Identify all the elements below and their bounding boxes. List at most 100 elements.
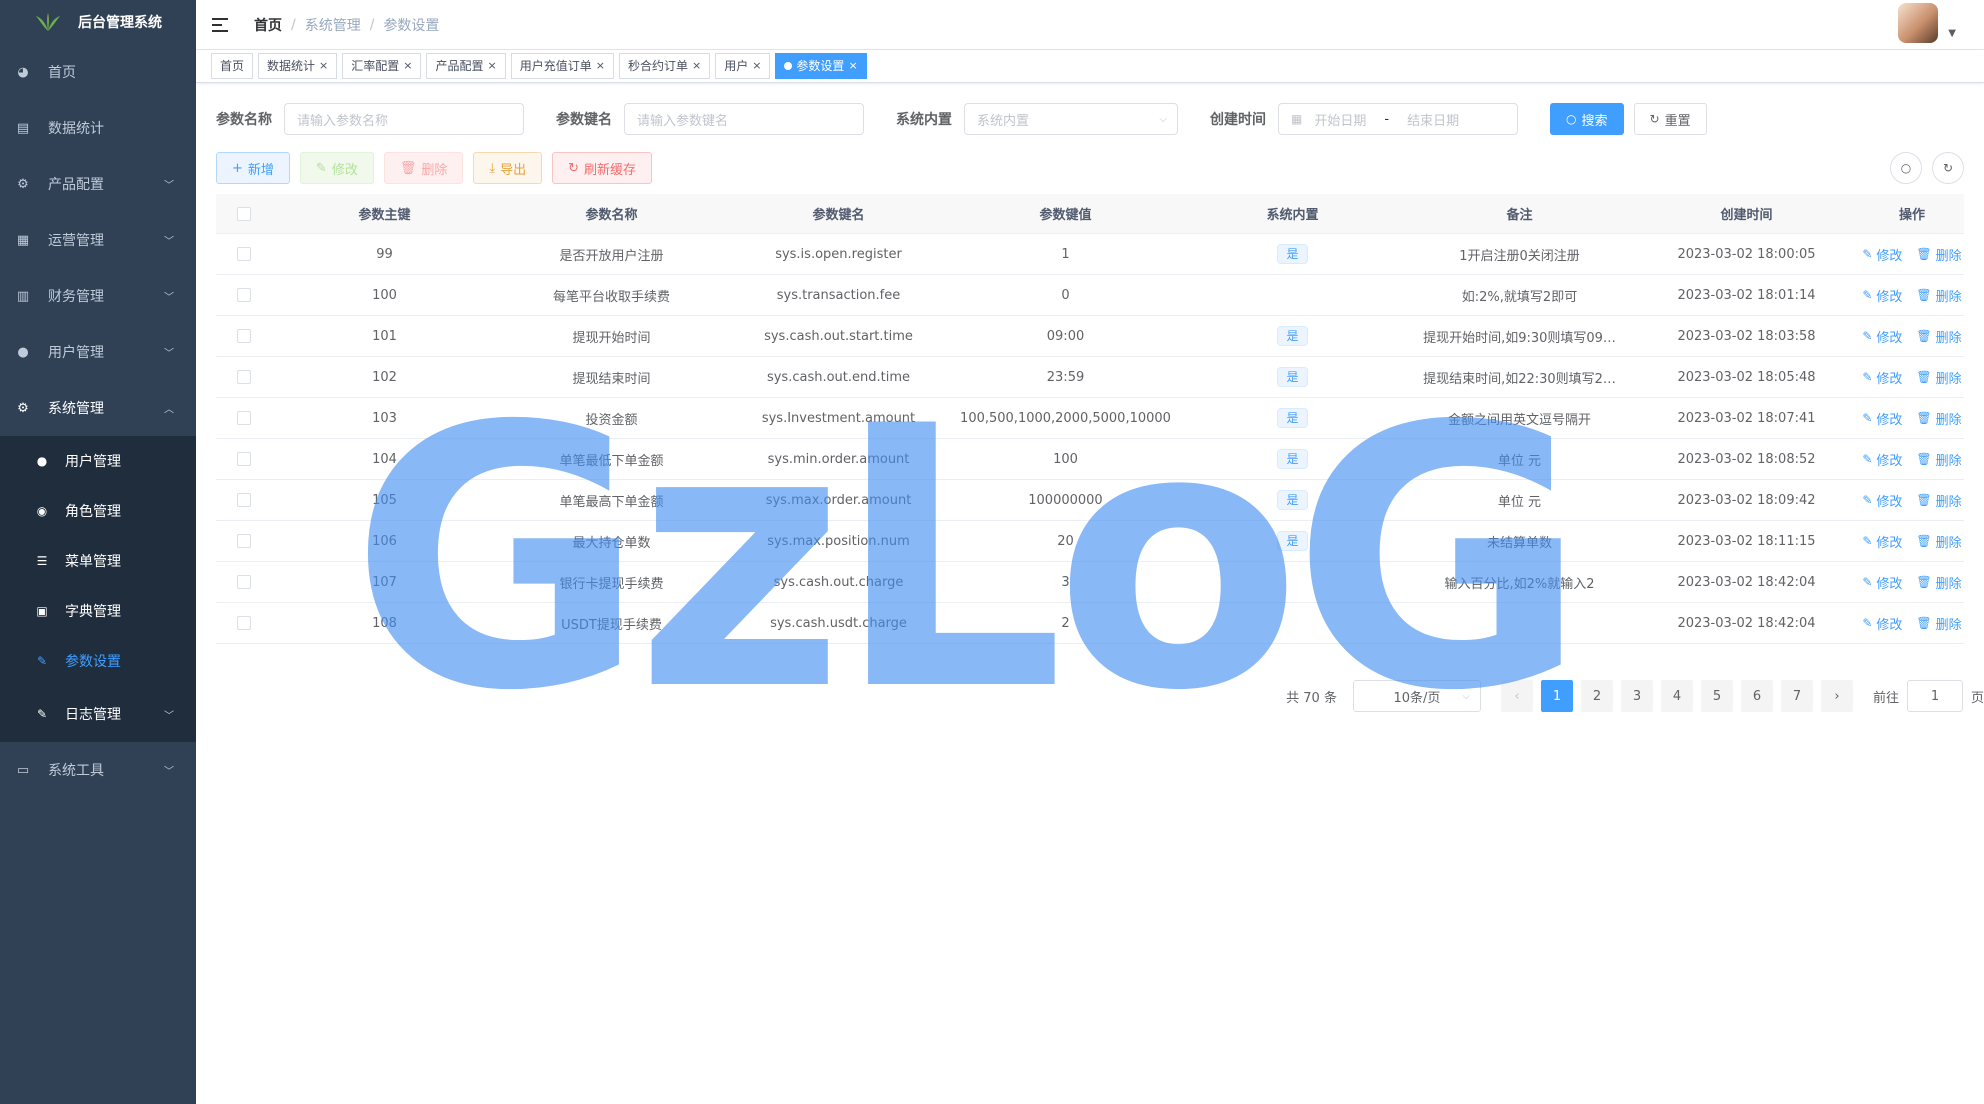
row-edit-button[interactable]: ✎ 修改 [1862,450,1902,469]
page-number-button[interactable]: 7 [1780,680,1813,712]
row-delete-button[interactable]: 🗑 删除 [1916,614,1961,633]
tag-item[interactable]: 参数设置 × [775,53,867,79]
export-button[interactable]: ⤓ 导出 [473,152,543,184]
table-row[interactable]: 103 投资金额 sys.Investment.amount 100,500,1000… [216,398,1964,439]
tag-item[interactable]: 产品配置 × [426,53,506,79]
row-checkbox[interactable] [216,288,271,302]
row-delete-button[interactable]: 🗑 删除 [1916,573,1961,592]
tag-item[interactable]: 数据统计 × [258,53,338,79]
page-number-button[interactable]: 1 [1540,680,1573,712]
param-key-input[interactable]: 请输入参数键名 [624,103,864,135]
toggle-search-button[interactable]: ○ [1890,152,1922,184]
row-edit-button[interactable]: ✎ 修改 [1862,245,1902,264]
sidebar-item[interactable]: ● 用户管理 ﹀ [0,324,196,380]
sidebar-item[interactable]: ▭ 系统工具 ﹀ [0,742,196,798]
page-number-button[interactable]: 3 [1620,680,1653,712]
table-row[interactable]: 106 最大持仓单数 sys.max.position.num 20 是 未结算单数 202… [216,521,1964,562]
hamburger-icon[interactable] [212,17,228,32]
add-button[interactable]: + 新增 [216,152,290,184]
goto-page-input[interactable]: 1 [1906,680,1963,712]
page-number-button[interactable]: 6 [1740,680,1773,712]
row-edit-button[interactable]: ✎ 修改 [1862,409,1902,428]
edit-button[interactable]: ✎ 修改 [299,152,374,184]
app-logo[interactable]: 后台管理系统 [0,0,196,44]
sidebar-item[interactable]: ▥ 财务管理 ﹀ [0,268,196,324]
table-row[interactable]: 100 每笔平台收取手续费 sys.transaction.fee 0 如:2%,就填写… [216,275,1964,316]
row-edit-button[interactable]: ✎ 修改 [1862,614,1902,633]
table-row[interactable]: 102 提现结束时间 sys.cash.out.end.time 23:59 是 提现结束… [216,357,1964,398]
param-name-input[interactable]: 请输入参数名称 [284,103,524,135]
submenu-item[interactable]: ✎ 日志管理 ﹀ [0,686,196,742]
avatar[interactable] [1898,3,1938,43]
refresh-table-button[interactable]: ↻ [1932,152,1964,184]
breadcrumb-home[interactable]: 首页 [254,15,282,35]
date-range-picker[interactable]: ▦ 开始日期 - 结束日期 [1278,103,1518,135]
delete-button[interactable]: 🗑 删除 [383,152,464,184]
row-delete-button[interactable]: 🗑 删除 [1916,245,1961,264]
row-edit-button[interactable]: ✎ 修改 [1862,491,1902,510]
close-icon[interactable]: × [596,54,605,78]
row-edit-button[interactable]: ✎ 修改 [1862,573,1902,592]
table-row[interactable]: 105 单笔最高下单金额 sys.max.order.amount 100000000… [216,480,1964,521]
prev-page-button[interactable]: ‹ [1500,680,1533,712]
submenu-item[interactable]: ☰ 菜单管理 [0,536,196,586]
row-edit-button[interactable]: ✎ 修改 [1862,327,1902,346]
page-number-button[interactable]: 2 [1580,680,1613,712]
page-number-button[interactable]: 5 [1700,680,1733,712]
page-number-button[interactable]: 4 [1660,680,1693,712]
sidebar-item[interactable]: ▦ 运营管理 ﹀ [0,212,196,268]
row-edit-button[interactable]: ✎ 修改 [1862,286,1902,305]
close-icon[interactable]: × [403,54,412,78]
table-row[interactable]: 107 银行卡提现手续费 sys.cash.out.charge 3 输入百分比,如2%… [216,562,1964,603]
sidebar-item[interactable]: ⚙ 系统管理 ︿ [0,380,196,436]
row-checkbox[interactable] [216,411,271,425]
row-checkbox[interactable] [216,616,271,630]
row-checkbox[interactable] [216,370,271,384]
close-icon[interactable]: × [752,54,761,78]
row-delete-button[interactable]: 🗑 删除 [1916,368,1961,387]
logo-icon [34,12,62,32]
close-icon[interactable]: × [319,54,328,78]
sidebar-item[interactable]: ⚙ 产品配置 ﹀ [0,156,196,212]
submenu-item[interactable]: ● 用户管理 [0,436,196,486]
row-checkbox[interactable] [216,575,271,589]
table-row[interactable]: 101 提现开始时间 sys.cash.out.start.time 09:00 是 提现… [216,316,1964,357]
sys-type-select[interactable]: 系统内置 ⌵ [964,103,1178,135]
submenu-item[interactable]: ✎ 参数设置 [0,636,196,686]
row-delete-button[interactable]: 🗑 删除 [1916,532,1961,551]
row-checkbox[interactable] [216,329,271,343]
tag-item[interactable]: 用户充值订单 × [510,53,614,79]
reset-button[interactable]: ↻ 重置 [1633,103,1707,135]
table-row[interactable]: 99 是否开放用户注册 sys.is.open.register 1 是 1开启注册0关闭… [216,234,1964,275]
submenu-item[interactable]: ◉ 角色管理 [0,486,196,536]
page-size-select[interactable]: 10条/页 ⌵ [1352,680,1481,712]
row-checkbox[interactable] [216,247,271,261]
select-all-checkbox[interactable] [216,206,271,221]
row-delete-button[interactable]: 🗑 删除 [1916,491,1961,510]
tag-item[interactable]: 秒合约订单 × [618,53,711,79]
close-icon[interactable]: × [488,54,497,78]
sidebar-item[interactable]: ◕ 首页 [0,44,196,100]
row-checkbox[interactable] [216,452,271,466]
row-edit-button[interactable]: ✎ 修改 [1862,368,1902,387]
table-row[interactable]: 108 USDT提现手续费 sys.cash.usdt.charge 2 2023-03… [216,603,1964,644]
caret-down-icon[interactable]: ▼ [1948,28,1956,39]
table-row[interactable]: 104 单笔最低下单金额 sys.min.order.amount 100 是 单位 元 2… [216,439,1964,480]
submenu-item[interactable]: ▣ 字典管理 [0,586,196,636]
tag-item[interactable]: 汇率配置 × [342,53,422,79]
refresh-cache-button[interactable]: ↻ 刷新缓存 [552,152,653,184]
row-checkbox[interactable] [216,493,271,507]
row-delete-button[interactable]: 🗑 删除 [1916,286,1961,305]
sidebar-item[interactable]: ▤ 数据统计 [0,100,196,156]
close-icon[interactable]: × [848,54,857,78]
search-button[interactable]: ○ 搜索 [1550,103,1624,135]
next-page-button[interactable]: › [1820,680,1853,712]
row-edit-button[interactable]: ✎ 修改 [1862,532,1902,551]
row-checkbox[interactable] [216,534,271,548]
tag-item[interactable]: 首页 [211,53,254,79]
row-delete-button[interactable]: 🗑 删除 [1916,327,1961,346]
row-delete-button[interactable]: 🗑 删除 [1916,450,1961,469]
row-delete-button[interactable]: 🗑 删除 [1916,409,1961,428]
close-icon[interactable]: × [692,54,701,78]
tag-item[interactable]: 用户 × [715,53,771,79]
